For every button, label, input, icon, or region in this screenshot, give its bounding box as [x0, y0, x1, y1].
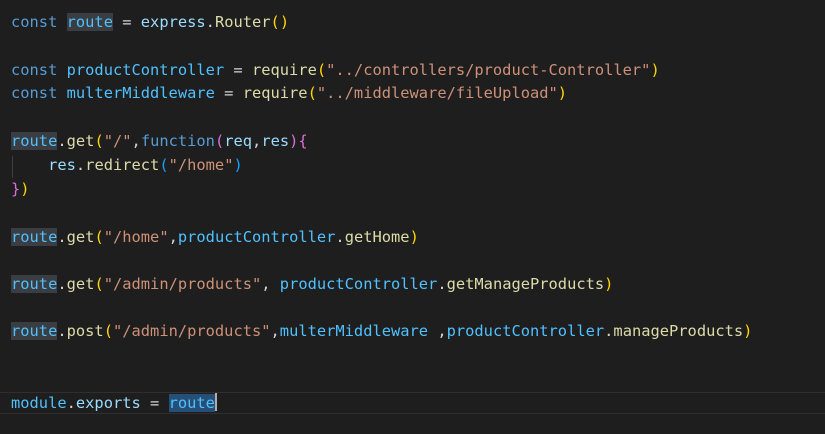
- code-token: ,: [168, 228, 178, 246]
- code-line[interactable]: route.get("/admin/products", productCont…: [11, 273, 613, 295]
- code-line[interactable]: }): [11, 178, 30, 200]
- code-token: (: [159, 156, 169, 174]
- code-token: module: [11, 394, 67, 412]
- code-token: ): [604, 275, 614, 293]
- code-token: =: [140, 394, 169, 412]
- code-token: .: [57, 132, 67, 150]
- code-token: productController: [279, 275, 438, 293]
- code-token: .: [335, 228, 345, 246]
- code-token: Router: [214, 13, 271, 31]
- code-token: function: [140, 132, 215, 150]
- code-token: res: [261, 132, 290, 150]
- code-token: "../middleware/fileUpload": [316, 84, 558, 102]
- code-token: route: [11, 228, 58, 246]
- code-token: route: [11, 132, 58, 150]
- code-token: productController: [177, 228, 336, 246]
- code-token: manageProducts: [613, 322, 744, 340]
- code-token: (: [316, 61, 327, 79]
- code-token: .: [57, 228, 67, 246]
- code-token: (: [307, 84, 317, 102]
- code-token: .: [66, 394, 76, 412]
- code-token: route: [66, 13, 113, 31]
- code-token: (: [94, 228, 104, 246]
- code-token: (): [270, 13, 290, 31]
- code-token: =: [224, 61, 252, 79]
- code-token: require: [242, 84, 308, 102]
- code-line[interactable]: route.get("/",function(req,res){: [11, 130, 308, 152]
- code-token: post: [66, 322, 104, 340]
- code-token: route: [11, 322, 58, 340]
- code-token: get: [66, 228, 95, 246]
- code-token: (: [214, 132, 225, 150]
- code-token: "/admin/products": [112, 322, 271, 340]
- code-token: (: [94, 275, 104, 293]
- code-token: ,: [261, 275, 280, 293]
- code-token: route: [168, 394, 215, 412]
- code-line[interactable]: const route = express.Router(): [11, 11, 289, 33]
- code-token: "/admin/products": [103, 275, 262, 293]
- code-token: ): [557, 84, 568, 102]
- code-line[interactable]: res.redirect("/home"): [11, 154, 243, 176]
- code-token: route: [11, 275, 58, 293]
- code-editor[interactable]: const route = express.Router() const prod…: [0, 0, 825, 434]
- code-token: "/home": [103, 228, 169, 246]
- code-token: require: [251, 61, 317, 79]
- code-token: productController: [66, 61, 225, 79]
- code-token: .: [57, 322, 67, 340]
- code-token: ): [233, 156, 243, 174]
- code-token: .: [57, 275, 67, 293]
- code-token: =: [214, 84, 243, 102]
- code-token: ,: [428, 322, 447, 340]
- code-line[interactable]: module.exports = route: [11, 392, 217, 414]
- code-line[interactable]: const multerMiddleware = require("../mid…: [11, 82, 567, 104]
- code-token: getHome: [344, 228, 410, 246]
- code-token: .: [75, 156, 86, 174]
- code-token: const: [11, 13, 58, 31]
- code-line[interactable]: route.post("/admin/products",multerMiddl…: [11, 320, 752, 342]
- code-token: redirect: [85, 156, 160, 174]
- code-token: ,: [131, 132, 141, 150]
- code-token: ,: [270, 322, 280, 340]
- code-token: multerMiddleware: [279, 322, 429, 340]
- code-token: "/home": [168, 156, 234, 174]
- text-cursor: [214, 393, 217, 411]
- code-token: ): [20, 180, 30, 198]
- code-line[interactable]: const productController = require("../co…: [11, 59, 660, 81]
- code-token: req: [224, 132, 253, 150]
- code-token: productController: [446, 322, 605, 340]
- code-token: }: [11, 180, 21, 198]
- code-token: res: [48, 156, 76, 174]
- code-token: =: [112, 13, 141, 31]
- code-token: const: [11, 84, 58, 102]
- code-token: get: [66, 132, 95, 150]
- code-token: ): [409, 228, 419, 246]
- code-token: "../controllers/product-Controller": [326, 61, 651, 79]
- code-token: .: [437, 275, 447, 293]
- code-token: get: [66, 275, 95, 293]
- code-token: getManageProducts: [446, 275, 605, 293]
- code-token: const: [11, 61, 58, 79]
- code-token: ): [743, 322, 753, 340]
- code-token: (: [103, 322, 113, 340]
- code-token: {: [298, 132, 308, 150]
- code-line[interactable]: route.get("/home",productController.getH…: [11, 226, 419, 248]
- code-token: "/": [103, 132, 132, 150]
- code-token: ): [650, 61, 660, 79]
- code-token: (: [94, 132, 104, 150]
- code-token: multerMiddleware: [66, 84, 215, 102]
- code-token: express: [140, 13, 206, 31]
- code-token: exports: [75, 394, 141, 412]
- code-token: ,: [252, 132, 262, 150]
- code-token: .: [205, 13, 215, 31]
